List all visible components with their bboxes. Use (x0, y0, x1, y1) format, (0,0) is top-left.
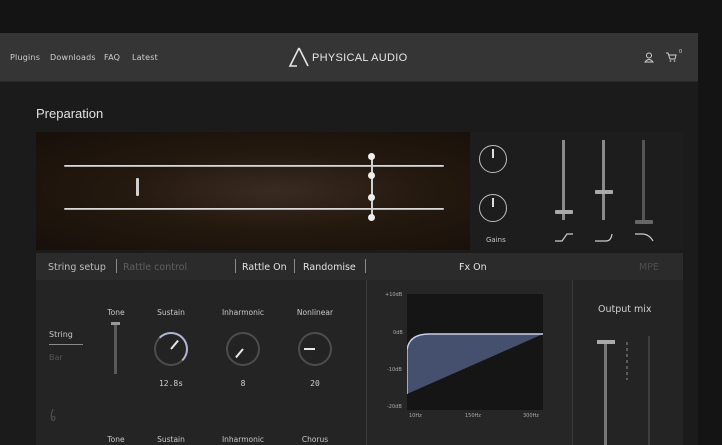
y-tick: -10dB (387, 367, 402, 373)
inharmonic-knob[interactable] (226, 332, 260, 366)
nonlinear-label: Nonlinear (296, 308, 334, 317)
tab-string-setup[interactable]: String setup (48, 262, 106, 273)
tab-rattle-control[interactable]: Rattle control (123, 262, 187, 273)
output-secondary-track (648, 336, 650, 445)
brand-name: PHYSICAL AUDIO (312, 52, 408, 64)
side-tab-underline (49, 344, 83, 345)
output-fader-track (604, 340, 607, 445)
output-fader-thumb[interactable] (597, 340, 615, 344)
fader-track-1 (562, 140, 565, 220)
bridge-handle-3[interactable] (368, 194, 375, 201)
cart-icon[interactable] (666, 52, 678, 62)
brand-logo[interactable]: PHYSICAL AUDIO (288, 44, 418, 70)
tab-separator (294, 259, 295, 273)
sustain-value: 12.8s (158, 379, 184, 388)
top-nav-bar: Plugins Downloads FAQ Latest PHYSICAL AU… (0, 33, 698, 82)
preparation-title: Preparation (36, 106, 104, 121)
y-tick: +10dB (385, 292, 403, 298)
string-setup-panel: String Bar Tone Sustain 12.8s Inharmonic… (36, 280, 683, 445)
tab-separator (365, 259, 366, 273)
fader-thumb-3[interactable] (635, 220, 653, 224)
fader-thumb-1[interactable] (555, 210, 573, 214)
x-tick: 10Hz (409, 413, 422, 419)
nonlinear-value: 20 (310, 379, 320, 388)
gains-label: Gains (486, 236, 506, 244)
inharmonic-label: Inharmonic (221, 308, 265, 317)
bridge-handle-2[interactable] (368, 172, 375, 179)
bar-chorus-label: Chorus (301, 435, 329, 444)
bridge-handle-1[interactable] (368, 153, 375, 160)
fx-on-button[interactable]: Fx On (459, 262, 487, 273)
x-tick: 150Hz (465, 413, 481, 419)
side-tab-bar[interactable]: Bar (49, 353, 63, 362)
inharmonic-value: 8 (240, 379, 246, 388)
tone-slider-thumb[interactable] (111, 322, 120, 325)
randomise-button[interactable]: Randomise (303, 262, 356, 273)
fader-track-2 (602, 140, 605, 220)
y-tick: -20dB (387, 404, 402, 410)
gain-knob-1[interactable] (479, 145, 507, 173)
tab-separator (116, 259, 117, 273)
bar-sustain-label: Sustain (157, 435, 185, 444)
sustain-label: Sustain (157, 308, 185, 317)
curve-rise-icon[interactable] (554, 232, 574, 242)
bar-inharmonic-label: Inharmonic (221, 435, 265, 444)
tab-separator (235, 259, 236, 273)
control-tab-bar: String setup Rattle control Rattle On Ra… (36, 253, 683, 280)
strings-visual-panel (36, 132, 470, 250)
eq-curve (407, 333, 543, 394)
nav-link-latest[interactable]: Latest (132, 53, 158, 62)
gain-knob-2[interactable] (479, 194, 507, 222)
string-top[interactable] (64, 165, 444, 167)
gains-panel: Gains (470, 132, 683, 250)
cart-count: 0 (679, 49, 683, 55)
string-bottom[interactable] (64, 208, 444, 210)
plugin-main: Preparation Gains String setup Rattle co… (0, 82, 698, 445)
triangle-logo-icon (288, 47, 309, 67)
nav-link-downloads[interactable]: Downloads (50, 53, 96, 62)
nav-link-plugins[interactable]: Plugins (10, 53, 40, 62)
nonlinear-knob[interactable] (298, 332, 332, 366)
fader-track-3 (642, 140, 645, 220)
sustain-knob[interactable] (154, 332, 188, 366)
y-tick: 0dB (393, 330, 403, 336)
output-mix-label: Output mix (598, 304, 652, 315)
bridge-line (371, 157, 373, 219)
bridge-handle-4[interactable] (368, 214, 375, 221)
curve-fall-icon[interactable] (634, 232, 654, 242)
curve-bend-icon[interactable] (594, 232, 614, 242)
fader-thumb-2[interactable] (595, 190, 613, 194)
x-tick: 300Hz (523, 413, 539, 419)
tone-slider-track[interactable] (114, 322, 117, 374)
user-icon[interactable] (644, 52, 654, 63)
mpe-button[interactable]: MPE (639, 262, 659, 273)
pluck-position-marker[interactable] (136, 178, 139, 196)
eq-graph[interactable]: +10dB 0dB -10dB -20dB 10Hz 150Hz 300Hz (366, 280, 573, 445)
string-icon (50, 408, 56, 421)
nav-link-faq[interactable]: FAQ (104, 53, 120, 62)
output-meter (626, 342, 628, 380)
side-tab-string[interactable]: String (49, 330, 73, 339)
rattle-on-button[interactable]: Rattle On (242, 262, 287, 273)
